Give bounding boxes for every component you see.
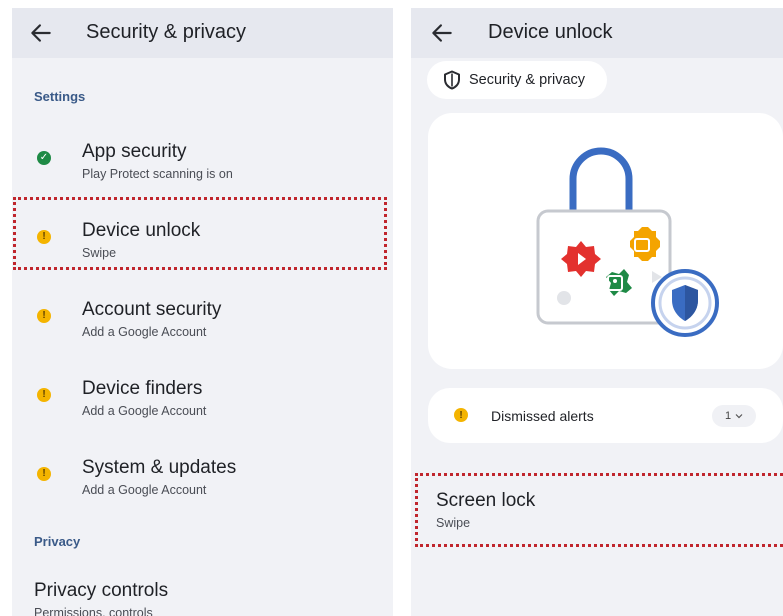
device-unlock-screen: Device unlock Security & privacy ! Dismi… [411, 8, 783, 616]
security-privacy-screen: Security & privacy Settings ✓ App securi… [12, 8, 393, 616]
item-subtitle: Add a Google Account [82, 404, 207, 418]
item-title: Account security [82, 299, 222, 320]
alerts-count-pill[interactable]: 1 [712, 405, 756, 427]
alerts-count: 1 [724, 410, 732, 422]
item-subtitle: Add a Google Account [82, 325, 207, 339]
shield-badge-icon [651, 269, 719, 337]
screen-lock-item[interactable]: Screen lock Swipe [411, 478, 783, 548]
item-title: System & updates [82, 457, 237, 478]
exclamation-circle-icon: ! [37, 467, 51, 481]
list-item-privacy-controls[interactable]: Privacy controls Permissions, controls [12, 564, 393, 616]
illustration-card [428, 113, 783, 369]
top-app-bar: Security & privacy [12, 8, 393, 58]
dismissed-alerts-label: Dismissed alerts [491, 408, 594, 424]
dismissed-alerts-card[interactable]: ! Dismissed alerts 1 [428, 388, 783, 443]
exclamation-circle-icon: ! [37, 230, 51, 244]
item-subtitle: Play Protect scanning is on [82, 167, 233, 181]
item-subtitle: Add a Google Account [82, 483, 207, 497]
section-header-settings: Settings [34, 89, 86, 104]
exclamation-circle-icon: ! [37, 388, 51, 402]
grey-dot [557, 291, 571, 305]
list-item-system-updates[interactable]: ! System & updates Add a Google Account [12, 441, 393, 507]
page-title: Device unlock [488, 21, 613, 43]
chip-label: Security & privacy [469, 72, 586, 88]
item-subtitle: Permissions, controls [34, 606, 153, 616]
list-item-device-unlock[interactable]: ! Device unlock Swipe [12, 204, 393, 270]
exclamation-circle-icon: ! [454, 408, 468, 422]
breadcrumb-chip[interactable]: Security & privacy [427, 61, 607, 99]
list-item-account-security[interactable]: ! Account security Add a Google Account [12, 283, 393, 349]
item-title: Device unlock [82, 220, 201, 241]
item-title: Device finders [82, 378, 203, 399]
arrow-left-icon[interactable] [429, 20, 455, 46]
item-subtitle: Swipe [436, 516, 471, 530]
exclamation-circle-icon: ! [37, 309, 51, 323]
check-circle-icon: ✓ [37, 151, 51, 165]
list-item-app-security[interactable]: ✓ App security Play Protect scanning is … [12, 125, 393, 191]
item-subtitle: Swipe [82, 246, 117, 260]
arrow-left-icon[interactable] [28, 20, 54, 46]
shield-icon [444, 70, 460, 90]
list-item-device-finders[interactable]: ! Device finders Add a Google Account [12, 362, 393, 428]
photo-badge-icon [630, 227, 660, 261]
top-app-bar: Device unlock [411, 8, 783, 58]
item-title: Screen lock [436, 490, 536, 511]
page-title: Security & privacy [86, 21, 247, 43]
section-header-privacy: Privacy [34, 534, 81, 549]
chevron-down-icon [735, 414, 743, 419]
lock-illustration [536, 147, 719, 337]
item-title: App security [82, 141, 187, 162]
item-title: Privacy controls [34, 580, 169, 601]
